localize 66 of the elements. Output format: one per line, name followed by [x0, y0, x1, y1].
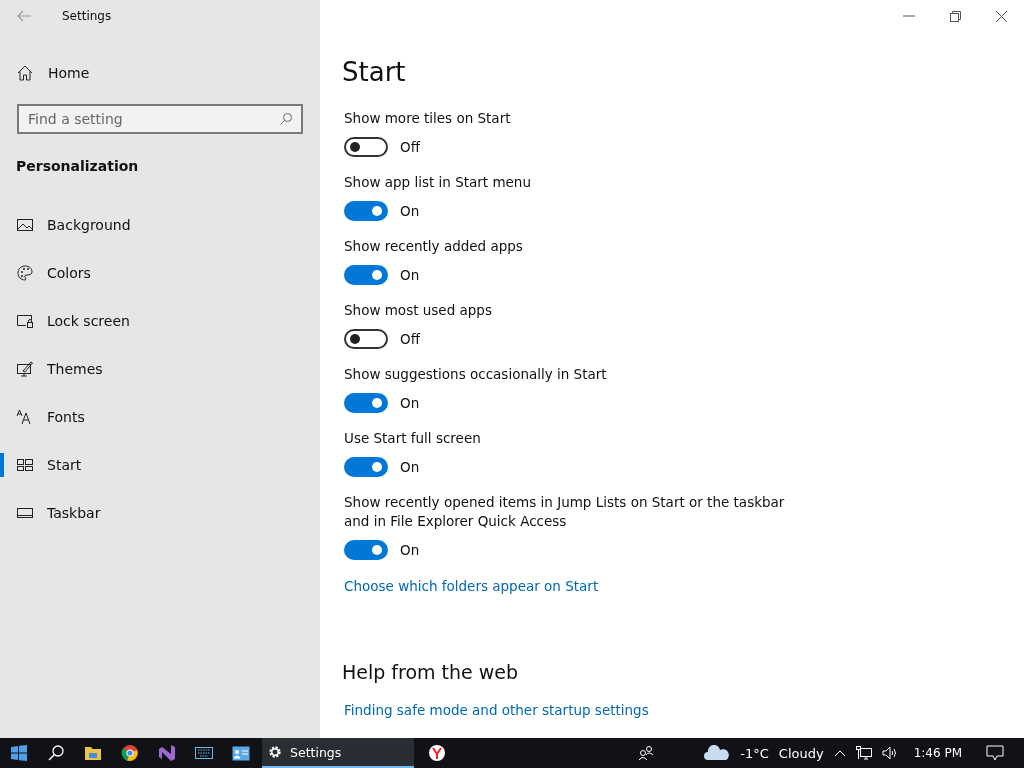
weather-condition: Cloudy	[778, 745, 824, 761]
toggle-switch[interactable]	[344, 201, 388, 221]
cloud-icon[interactable]	[704, 745, 731, 761]
toggle-switch[interactable]	[344, 540, 388, 560]
tiles-icon	[16, 456, 34, 474]
font-size-icon	[16, 408, 34, 426]
help-link[interactable]: Finding safe mode and other startup settings	[344, 700, 649, 720]
people-icon[interactable]	[638, 745, 655, 761]
settings-taskbar-button[interactable]: Settings	[262, 738, 414, 768]
brush-monitor-icon	[16, 360, 34, 378]
setting-label: Use Start full screen	[344, 429, 481, 448]
contact-card-icon	[231, 745, 250, 761]
palette-icon	[16, 264, 34, 282]
toggle-state: On	[400, 267, 420, 283]
network-icon[interactable]	[855, 746, 872, 760]
setting-label: Show app list in Start menu	[344, 173, 531, 192]
folders-link[interactable]: Choose which folders appear on Start	[344, 576, 599, 596]
gear-icon	[268, 745, 282, 759]
clock[interactable]: 1:46 PM	[913, 746, 962, 760]
sidebar-item[interactable]: Start	[0, 441, 320, 489]
page-title: Start	[342, 56, 406, 89]
section-heading: Personalization	[16, 157, 140, 176]
toggle-state: Off	[400, 331, 420, 347]
search-field[interactable]: Find a setting	[17, 104, 303, 134]
toggle-switch[interactable]	[344, 457, 388, 477]
setting-label: Show more tiles on Start	[344, 109, 511, 128]
toggle-switch[interactable]	[344, 329, 388, 349]
toggle-switch[interactable]	[344, 137, 388, 157]
search-icon	[279, 112, 293, 126]
sidebar-item[interactable]: Fonts	[0, 393, 320, 441]
speaker-icon[interactable]	[881, 746, 898, 760]
search-icon	[46, 744, 65, 762]
minimize-icon	[903, 15, 915, 17]
toggle-state: Off	[400, 139, 420, 155]
restore-icon	[949, 10, 961, 22]
sidebar-item[interactable]: Taskbar	[0, 489, 320, 537]
toggle-switch[interactable]	[344, 393, 388, 413]
sidebar-item[interactable]: Colors	[0, 249, 320, 297]
toggle-state: On	[400, 395, 420, 411]
windows-logo-icon	[9, 744, 28, 762]
toggle-switch[interactable]	[344, 265, 388, 285]
sidebar-item[interactable]: Background	[0, 201, 320, 249]
toggle-state: On	[400, 203, 420, 219]
home-icon	[16, 64, 34, 82]
browser-icon	[120, 744, 139, 762]
lock-screen-icon	[16, 312, 34, 330]
setting-label: Show suggestions occasionally in Start	[344, 365, 607, 384]
help-heading: Help from the web	[342, 660, 519, 685]
keyboard-icon	[194, 747, 213, 759]
y-browser-icon	[427, 744, 446, 762]
notification-icon[interactable]	[986, 745, 1004, 761]
setting-label: Show recently added apps	[344, 237, 523, 256]
sidebar-item[interactable]: Themes	[0, 345, 320, 393]
home-nav-item[interactable]: Home	[0, 53, 200, 93]
toggle-state: On	[400, 459, 420, 475]
ribbon-icon	[157, 744, 176, 762]
picture-frame-icon	[16, 216, 34, 234]
sidebar-item[interactable]: Lock screen	[0, 297, 320, 345]
toggle-state: On	[400, 542, 420, 558]
setting-label: Show recently opened items in Jump Lists on Start or the taskbar and in File Explorer Quick Access	[344, 493, 786, 531]
close-icon	[995, 10, 1007, 22]
folder-icon	[83, 745, 102, 761]
temperature: -1°C	[740, 745, 769, 761]
setting-label: Show most used apps	[344, 301, 492, 320]
window-title: Settings	[62, 9, 112, 23]
chevron-up-icon[interactable]	[833, 749, 846, 757]
